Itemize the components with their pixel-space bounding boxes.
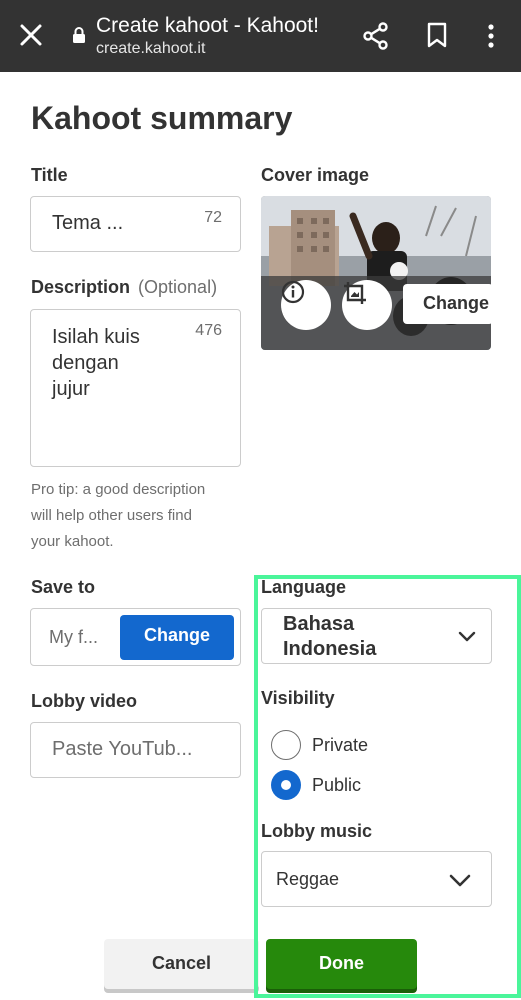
bookmark-icon[interactable] <box>425 22 449 48</box>
pro-tip: Pro tip: a good description will help ot… <box>31 477 246 555</box>
cover-change-button[interactable]: Change <box>403 284 491 324</box>
close-icon[interactable] <box>18 22 44 48</box>
lobby-music-label: Lobby music <box>261 821 373 841</box>
description-text: Isilah kuis dengan jujur <box>52 324 140 402</box>
language-label: Language <box>261 577 347 597</box>
description-char-counter: 476 <box>195 322 222 339</box>
language-value: Bahasa Indonesia <box>283 612 376 662</box>
chevron-down-icon <box>449 874 471 887</box>
browser-toolbar: Create kahoot - Kahoot! create.kahoot.it <box>0 0 521 72</box>
page-title: Create kahoot - Kahoot! <box>96 14 319 37</box>
title-input[interactable]: Tema ... 72 <box>30 196 241 252</box>
lock-icon <box>73 27 85 43</box>
more-icon[interactable] <box>482 22 500 50</box>
title-char-counter: 72 <box>204 209 222 226</box>
page-url[interactable]: create.kahoot.it <box>96 40 205 58</box>
info-icon <box>281 280 305 304</box>
save-to-change-button[interactable]: Change <box>120 615 234 660</box>
done-button[interactable]: Done <box>266 939 417 989</box>
share-icon[interactable] <box>363 22 389 50</box>
crop-image-icon <box>344 282 366 304</box>
save-to-value: My f... <box>49 627 98 647</box>
title-label: Title <box>31 165 68 185</box>
chevron-down-icon <box>458 631 476 642</box>
cover-info-button[interactable] <box>281 280 331 330</box>
cover-image: Change <box>261 196 491 350</box>
title-value: Tema ... <box>52 212 124 234</box>
language-value-line: Bahasa <box>283 613 355 635</box>
pro-tip-line: will help other users find <box>31 507 192 524</box>
description-line: Isilah kuis <box>52 326 140 348</box>
pro-tip-line: Pro tip: a good description <box>31 481 206 498</box>
lobby-music-select[interactable]: Reggae <box>261 851 492 907</box>
language-value-line: Indonesia <box>283 638 377 660</box>
visibility-public-label[interactable]: Public <box>312 775 361 796</box>
pro-tip-line: your kahoot. <box>31 533 114 550</box>
cover-crop-button[interactable] <box>342 280 392 330</box>
cover-image-label: Cover image <box>261 165 370 185</box>
cancel-button[interactable]: Cancel <box>104 939 259 989</box>
description-textarea[interactable]: Isilah kuis dengan jujur 476 <box>30 309 241 467</box>
lobby-video-label: Lobby video <box>31 691 138 711</box>
description-optional: (Optional) <box>138 277 218 297</box>
language-select[interactable]: Bahasa Indonesia <box>261 608 492 664</box>
lobby-video-placeholder: Paste YouTub... <box>52 738 193 760</box>
visibility-label: Visibility <box>261 688 335 708</box>
visibility-private-label[interactable]: Private <box>312 735 368 756</box>
description-line: dengan <box>52 352 119 374</box>
description-label-text: Description <box>31 277 131 297</box>
lobby-music-value: Reggae <box>276 869 340 889</box>
description-label: Description (Optional) <box>31 277 217 298</box>
page-heading: Kahoot summary <box>31 100 293 136</box>
visibility-public-radio[interactable] <box>271 770 301 800</box>
lobby-video-input[interactable]: Paste YouTub... <box>30 722 241 778</box>
description-line: jujur <box>52 378 90 400</box>
save-to-label: Save to <box>31 577 96 597</box>
visibility-private-radio[interactable] <box>271 730 301 760</box>
